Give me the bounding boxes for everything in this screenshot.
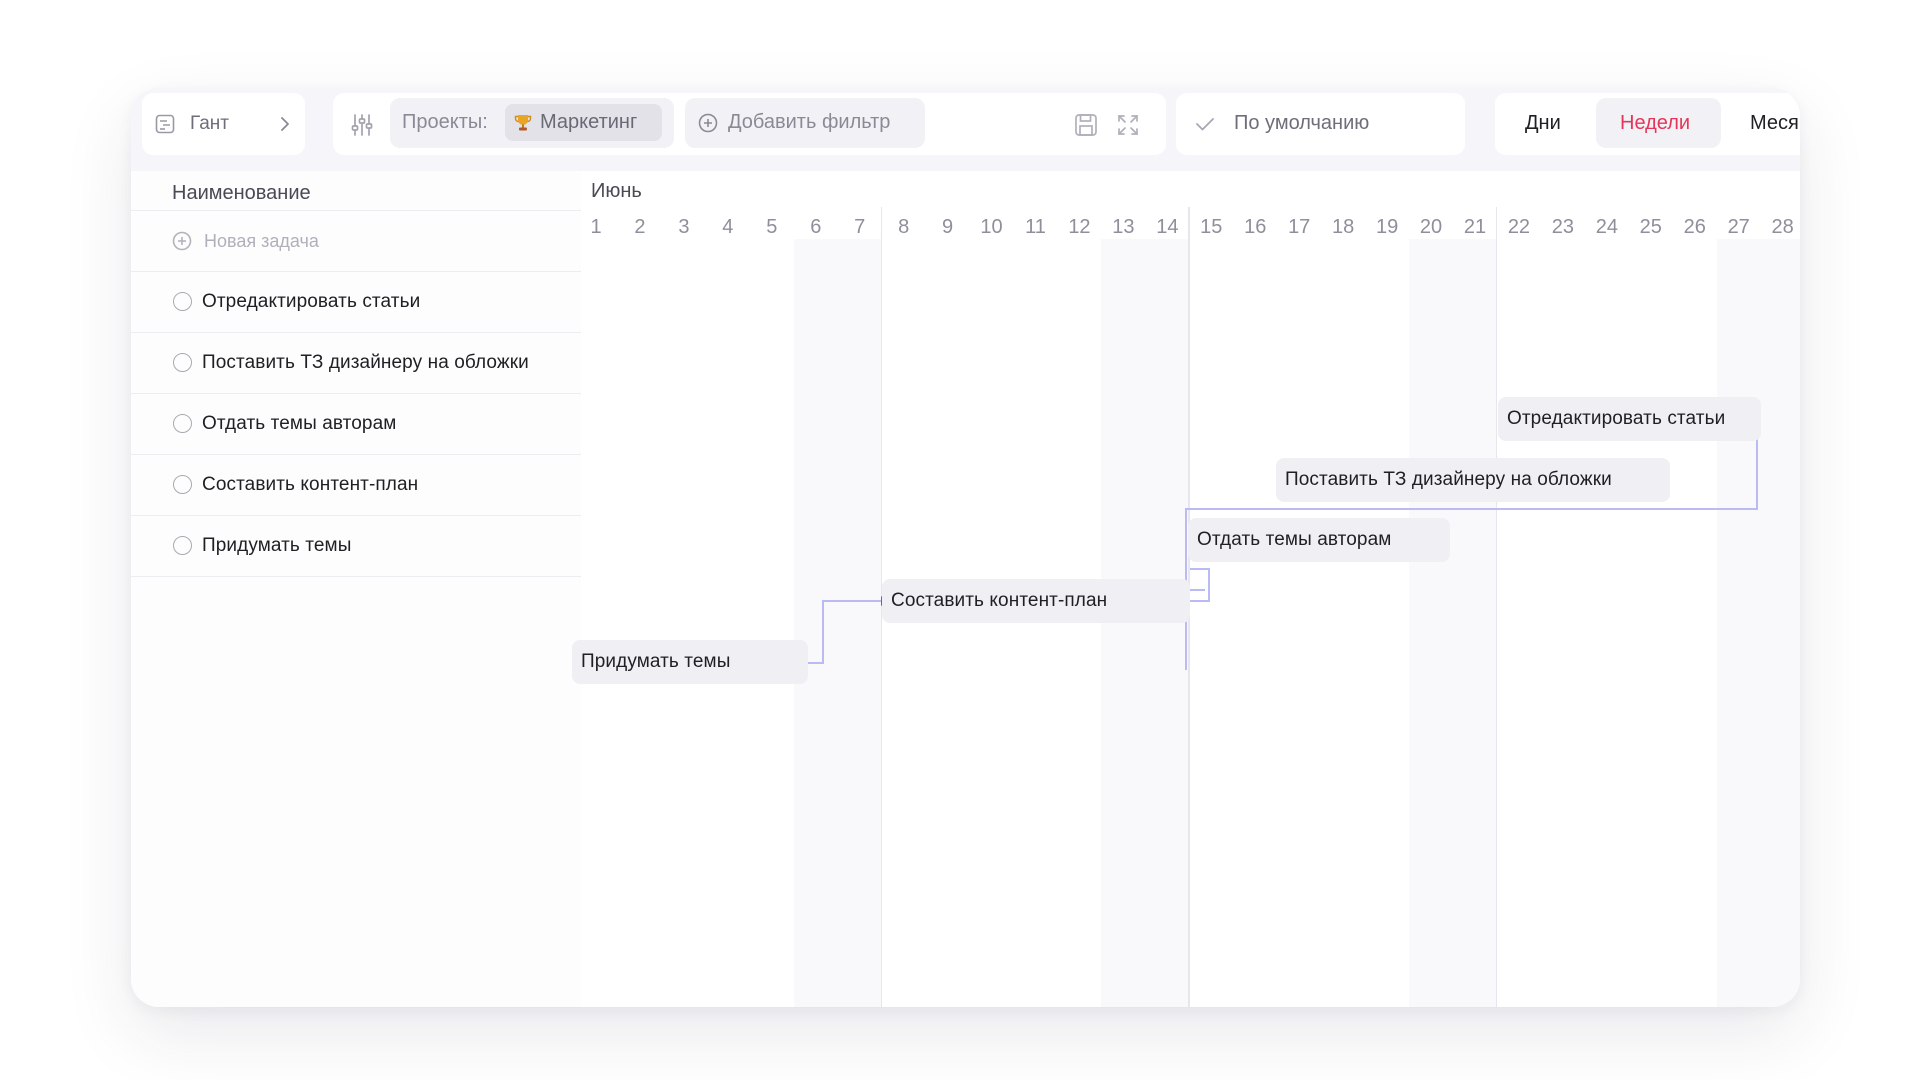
task-title: Отредактировать статьи: [202, 291, 421, 312]
toolbar: Гант Проекты: Маркетинг Добавить фильтр …: [131, 88, 1800, 171]
view-selector[interactable]: Гант: [142, 93, 305, 155]
task-checkbox[interactable]: [173, 353, 192, 372]
dependency-link: [1185, 416, 1758, 591]
gantt-bar-label: Отдать темы авторам: [1197, 529, 1392, 550]
sort-label: По умолчанию: [1234, 112, 1370, 134]
project-name: Маркетинг: [540, 111, 638, 133]
chevron-right-icon: [276, 114, 294, 134]
gantt-bar[interactable]: Отдать темы авторам: [1188, 518, 1450, 562]
gantt-bar-label: Поставить ТЗ дизайнеру на обложки: [1285, 469, 1612, 490]
task-row[interactable]: Отредактировать статьи: [131, 272, 581, 333]
scale-months[interactable]: Меся: [1750, 112, 1799, 135]
add-filter-button[interactable]: Добавить фильтр: [685, 98, 925, 148]
gantt-bar[interactable]: Составить контент-план: [882, 579, 1190, 623]
task-row[interactable]: Составить контент-план: [131, 455, 581, 516]
task-row[interactable]: Придумать темы: [131, 516, 581, 577]
task-title: Поставить ТЗ дизайнеру на обложки: [202, 352, 529, 373]
task-list: Наименование Новая задача Отредактироват…: [131, 171, 583, 1007]
new-task-row[interactable]: Новая задача: [131, 211, 581, 272]
save-icon[interactable]: [1073, 112, 1099, 138]
fullscreen-icon[interactable]: [1115, 112, 1141, 138]
gantt-bar-label: Придумать темы: [581, 651, 731, 672]
dependency-link: [808, 600, 884, 664]
projects-label: Проекты:: [402, 111, 488, 133]
gantt-bar-label: Отредактировать статьи: [1507, 408, 1726, 429]
project-filter[interactable]: Проекты: Маркетинг: [390, 98, 674, 148]
task-row[interactable]: Отдать темы авторам: [131, 394, 581, 455]
task-checkbox[interactable]: [173, 536, 192, 555]
new-task-label: Новая задача: [204, 231, 319, 251]
dependency-links: [808, 416, 1758, 670]
add-circle-icon: [171, 230, 193, 252]
filter-settings-icon[interactable]: [349, 112, 375, 138]
column-header-name: Наименование: [172, 182, 311, 204]
task-checkbox[interactable]: [173, 414, 192, 433]
gantt-bar-label: Составить контент-план: [891, 590, 1108, 611]
gantt-view-icon: [154, 113, 176, 135]
view-label: Гант: [190, 113, 229, 134]
check-icon: [1194, 113, 1216, 135]
gantt-timeline: Июнь 1 2 3 4 5 6 7 8 9 10 11 12 13 14 15 16 17 18 19 20 21 22…: [572, 171, 1800, 1007]
scale-days[interactable]: Дни: [1525, 112, 1561, 135]
gantt-window: Гант Проекты: Маркетинг Добавить фильтр …: [131, 88, 1800, 1007]
add-circle-icon: [698, 113, 718, 133]
time-scale-switch: Дни Недели Меся: [1495, 93, 1800, 155]
sort-selector[interactable]: По умолчанию: [1176, 93, 1465, 155]
add-filter-label: Добавить фильтр: [728, 111, 891, 133]
task-row[interactable]: Поставить ТЗ дизайнеру на обложки: [131, 333, 581, 394]
filters-bar: Проекты: Маркетинг Добавить фильтр: [333, 93, 1166, 155]
task-checkbox[interactable]: [173, 475, 192, 494]
task-checkbox[interactable]: [173, 292, 192, 311]
task-list-header: Наименование: [131, 171, 581, 211]
scale-weeks: Недели: [1620, 112, 1691, 134]
scale-weeks-tab[interactable]: Недели: [1596, 98, 1721, 148]
gantt-bar[interactable]: Отредактировать статьи: [1498, 397, 1761, 441]
task-title: Отдать темы авторам: [202, 413, 397, 434]
gantt-bar[interactable]: Придумать темы: [572, 640, 808, 684]
project-tag[interactable]: Маркетинг: [505, 104, 662, 141]
trophy-icon: [513, 112, 533, 132]
task-title: Придумать темы: [202, 535, 352, 556]
gantt-bar[interactable]: Поставить ТЗ дизайнеру на обложки: [1276, 458, 1670, 502]
task-title: Составить контент-план: [202, 474, 419, 495]
